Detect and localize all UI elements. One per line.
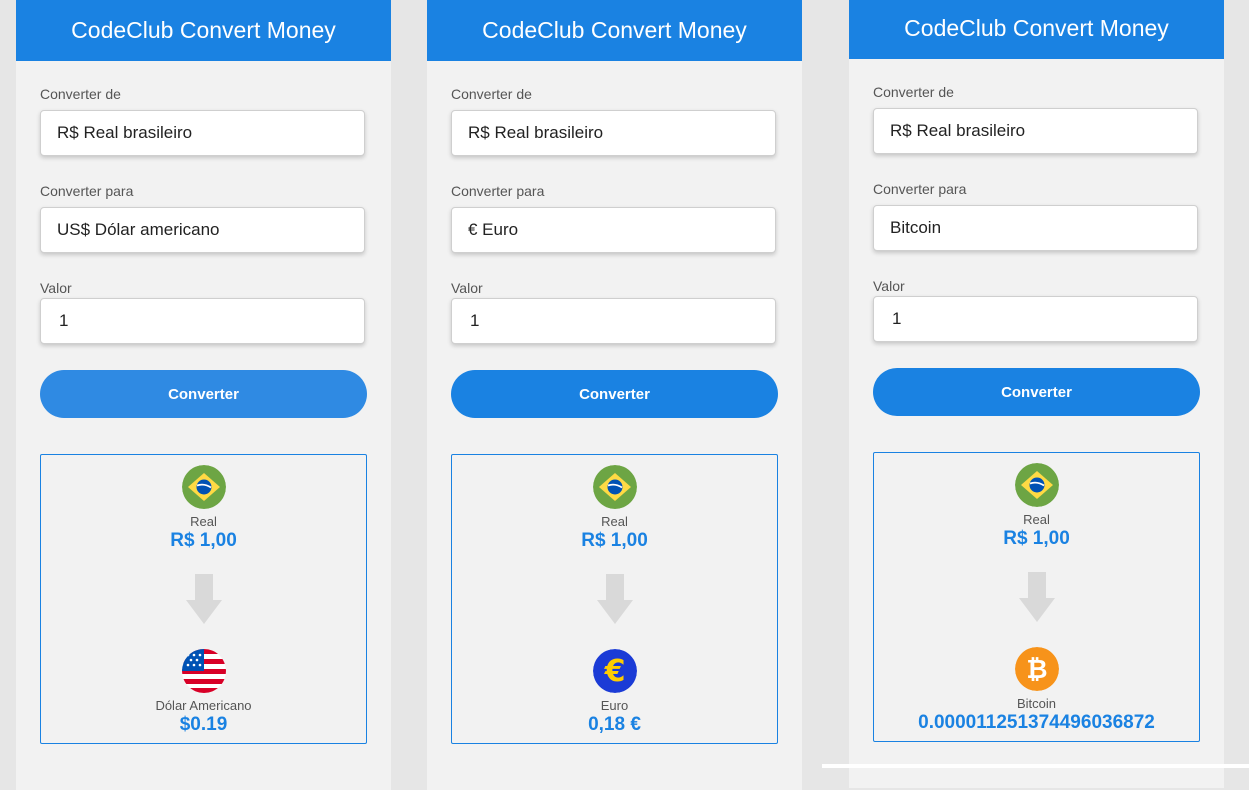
usa-flag-icon xyxy=(182,649,226,693)
arrow-down-icon xyxy=(1019,572,1055,622)
from-currency-select[interactable]: R$ Real brasileiro xyxy=(451,110,776,156)
to-currency-name: Dólar Americano xyxy=(155,698,252,713)
amount-label: Valor xyxy=(40,280,72,296)
bottom-strip xyxy=(822,764,1249,768)
amount-label: Valor xyxy=(451,280,483,296)
from-currency-name: Real xyxy=(190,514,217,529)
brazil-flag-icon xyxy=(593,465,637,509)
arrow-down-icon xyxy=(186,574,222,624)
svg-text:₿: ₿ xyxy=(1026,655,1047,685)
converter-panel-3: CodeClub Convert Money Converter de R$ R… xyxy=(849,0,1224,788)
from-currency-select[interactable]: R$ Real brasileiro xyxy=(873,108,1198,154)
convert-button[interactable]: Converter xyxy=(40,370,367,418)
result-box: Real R$ 1,00 € Euro 0,18 € xyxy=(451,454,778,744)
euro-icon: € xyxy=(593,649,637,693)
from-amount: R$ 1,00 xyxy=(581,530,648,551)
converter-panel-1: CodeClub Convert Money Converter de R$ R… xyxy=(16,0,391,790)
convert-button[interactable]: Converter xyxy=(451,370,778,418)
to-currency-select[interactable]: € Euro xyxy=(451,207,776,253)
amount-input[interactable]: 1 xyxy=(40,298,365,344)
bitcoin-icon: ₿ xyxy=(1015,647,1059,691)
from-currency-select[interactable]: R$ Real brasileiro xyxy=(40,110,365,156)
amount-input[interactable]: 1 xyxy=(451,298,776,344)
result-box: Real R$ 1,00 Dólar Americano $0.19 xyxy=(40,454,367,744)
from-label: Converter de xyxy=(40,86,121,102)
convert-button[interactable]: Converter xyxy=(873,368,1200,416)
to-label: Converter para xyxy=(451,183,545,199)
to-currency-select[interactable]: US$ Dólar americano xyxy=(40,207,365,253)
from-label: Converter de xyxy=(451,86,532,102)
from-currency-name: Real xyxy=(601,514,628,529)
app-title: CodeClub Convert Money xyxy=(849,0,1224,59)
to-currency-name: Euro xyxy=(600,698,629,713)
to-amount: 0,18 € xyxy=(588,714,641,735)
to-label: Converter para xyxy=(40,183,134,199)
from-amount: R$ 1,00 xyxy=(170,530,237,551)
amount-input[interactable]: 1 xyxy=(873,296,1198,342)
svg-text:€: € xyxy=(604,654,626,689)
arrow-down-icon xyxy=(597,574,633,624)
to-amount: 0.000011251374496036872 xyxy=(918,712,1155,733)
from-label: Converter de xyxy=(873,84,954,100)
from-currency-name: Real xyxy=(1023,512,1050,527)
brazil-flag-icon xyxy=(1015,463,1059,507)
to-currency-select[interactable]: Bitcoin xyxy=(873,205,1198,251)
app-title: CodeClub Convert Money xyxy=(427,0,802,61)
to-label: Converter para xyxy=(873,181,967,197)
from-amount: R$ 1,00 xyxy=(1003,528,1070,549)
to-amount: $0.19 xyxy=(179,714,228,735)
brazil-flag-icon xyxy=(182,465,226,509)
result-box: Real R$ 1,00 ₿ Bitcoin 0.000011251374496… xyxy=(873,452,1200,742)
to-currency-name: Bitcoin xyxy=(1016,696,1057,711)
amount-label: Valor xyxy=(873,278,905,294)
app-title: CodeClub Convert Money xyxy=(16,0,391,61)
converter-panel-2: CodeClub Convert Money Converter de R$ R… xyxy=(427,0,802,790)
